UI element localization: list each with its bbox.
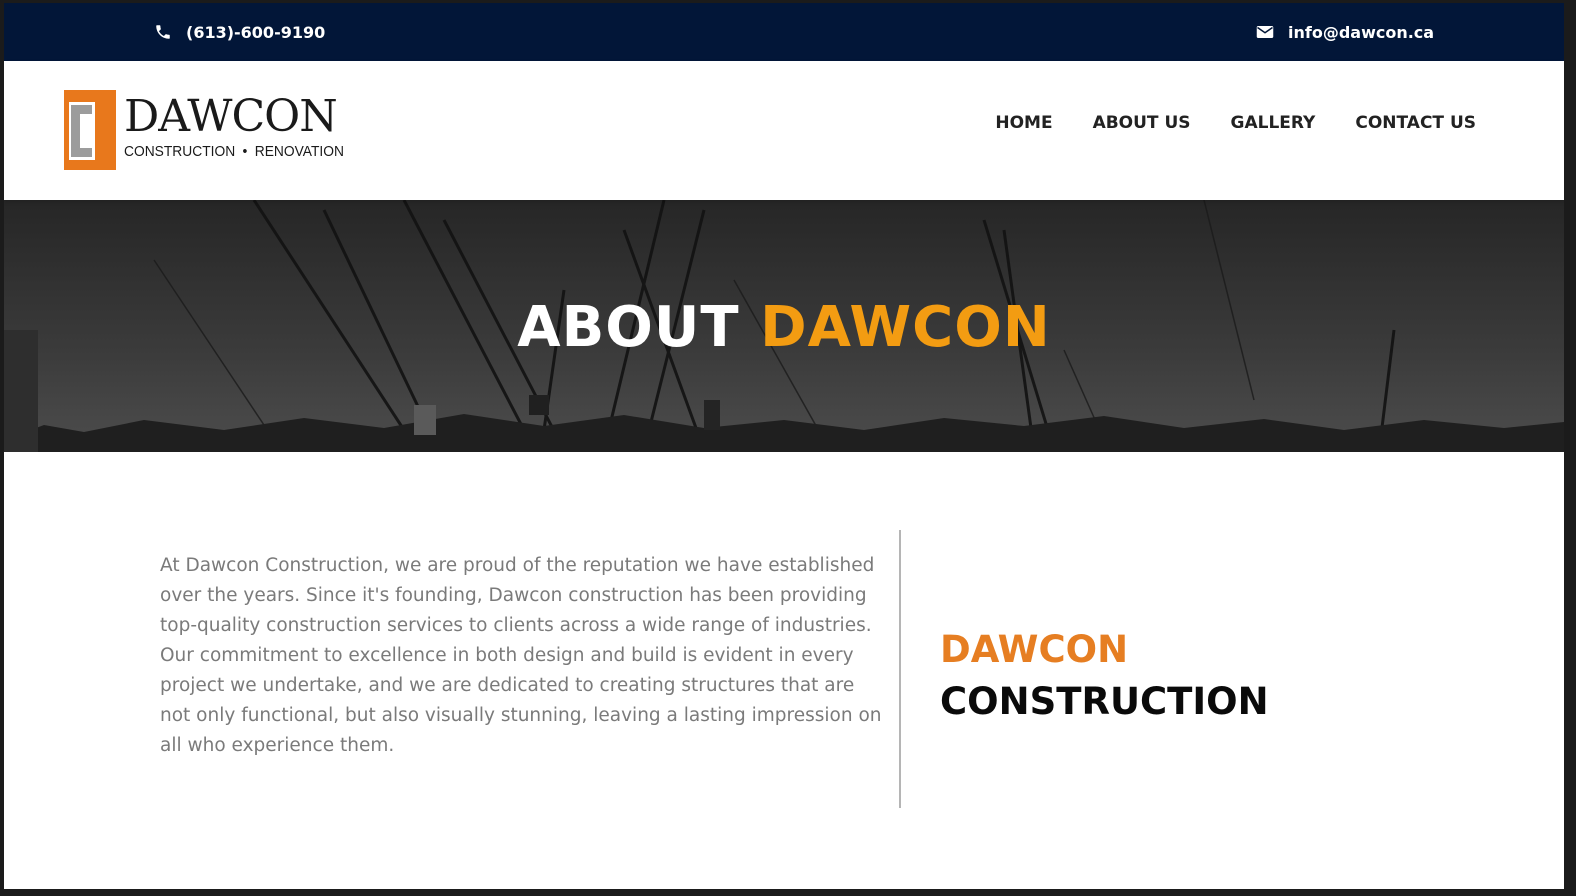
logo[interactable]: DAWCON CONSTRUCTION • RENOVATION — [62, 87, 352, 171]
side-heading-line2: CONSTRUCTION — [940, 680, 1269, 723]
about-section: At Dawcon Construction, we are proud of … — [4, 452, 1564, 889]
hero-title: ABOUT DAWCON — [4, 296, 1564, 360]
nav-about-us[interactable]: ABOUT US — [1093, 113, 1191, 133]
logo-mark-icon — [64, 90, 116, 170]
nav-home[interactable]: HOME — [995, 113, 1052, 133]
email-address: info@dawcon.ca — [1288, 22, 1435, 42]
hero-banner: ABOUT DAWCON — [4, 200, 1564, 452]
about-paragraph: At Dawcon Construction, we are proud of … — [160, 555, 882, 756]
email-contact[interactable]: info@dawcon.ca — [1256, 3, 1434, 61]
hero-title-plain: ABOUT — [517, 295, 740, 360]
logo-tagline: CONSTRUCTION • RENOVATION — [124, 142, 344, 162]
envelope-icon — [1256, 26, 1274, 38]
site-header: DAWCON CONSTRUCTION • RENOVATION HOME ABOU… — [4, 61, 1564, 200]
nav-gallery[interactable]: GALLERY — [1231, 113, 1316, 133]
side-heading-line1: DAWCON — [940, 628, 1129, 671]
phone-contact[interactable]: (613)-600-9190 — [154, 3, 325, 61]
logo-wordmark: DAWCON — [124, 91, 338, 142]
top-contact-bar: (613)-600-9190 info@dawcon.ca — [4, 3, 1564, 61]
page: (613)-600-9190 info@dawcon.ca DAWCON CON… — [4, 3, 1564, 889]
phone-number: (613)-600-9190 — [186, 22, 326, 42]
phone-icon — [156, 25, 170, 39]
vertical-divider — [899, 530, 901, 808]
logo-tag-separator: • — [242, 143, 248, 160]
hero-title-accent: DAWCON — [760, 295, 1051, 360]
main-nav: HOME ABOUT US GALLERY CONTACT US — [995, 113, 1476, 133]
about-side-heading: DAWCON CONSTRUCTION — [940, 624, 1269, 728]
logo-tag-construction: CONSTRUCTION — [124, 143, 236, 160]
logo-tag-renovation: RENOVATION — [254, 143, 344, 160]
nav-contact-us[interactable]: CONTACT US — [1355, 113, 1476, 133]
